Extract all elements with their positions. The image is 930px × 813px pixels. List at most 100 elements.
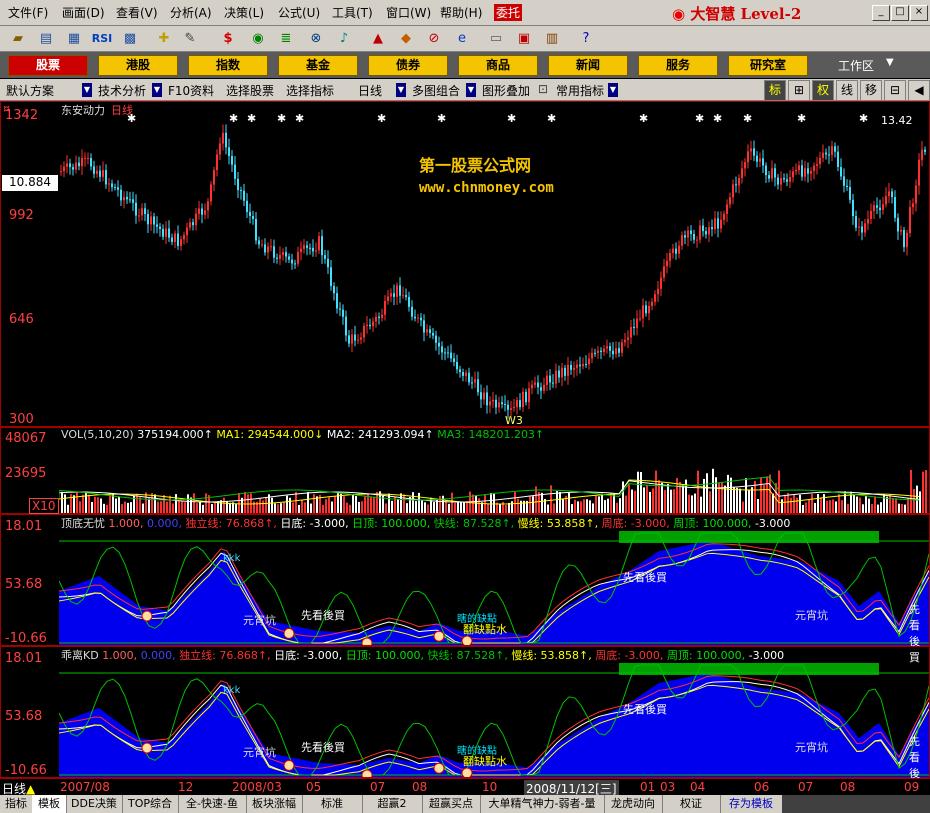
volume-bar [559, 491, 561, 513]
rights-toggle-button[interactable]: 权 [812, 80, 834, 101]
volume-bar [682, 484, 684, 513]
market-hk[interactable]: 港股 [98, 55, 178, 76]
tab-warrant[interactable]: 权证 [662, 795, 721, 813]
period-up-icon: ▲ [26, 782, 36, 796]
tab-save-template[interactable]: 存为模板 [720, 795, 783, 813]
traffic-light-icon[interactable]: ◉ [248, 29, 268, 49]
forbidden-icon[interactable]: ⊘ [424, 29, 444, 49]
candle-body [540, 387, 542, 391]
scheme-dropdown-icon[interactable]: ▼ [82, 83, 92, 97]
candle-body [81, 158, 83, 167]
market-news[interactable]: 新闻 [548, 55, 628, 76]
tab-chaoying2[interactable]: 超赢2 [362, 795, 423, 813]
select-stock-button[interactable]: 选择股票 [226, 82, 274, 99]
menu-file[interactable]: 文件(F) [8, 4, 48, 21]
tab-dde[interactable]: DDE决策 [66, 795, 123, 813]
tab-quick-fish[interactable]: 全-快速-鱼 [178, 795, 247, 813]
volume-bar [103, 503, 105, 513]
lock-icon[interactable]: ⊡ [538, 82, 548, 96]
menu-trade[interactable]: 委托 [494, 4, 523, 21]
mark-toggle-button[interactable]: 标 [764, 80, 786, 101]
workspace-dropdown-icon[interactable]: ▼ [886, 57, 894, 68]
market-research[interactable]: 研究室 [728, 55, 808, 76]
market-stocks[interactable]: 股票 [8, 55, 88, 76]
period-dropdown-icon[interactable]: ▼ [396, 83, 406, 97]
collapse-button[interactable]: ◀ [908, 80, 930, 101]
maximize-button[interactable]: □ [891, 5, 909, 21]
volume-pane[interactable]: 48067 23695 X10 VOL(5,10,20) 375194.000↑… [0, 427, 930, 514]
period-select[interactable]: 日线 [358, 82, 382, 99]
grid-icon[interactable]: ▩ [120, 29, 140, 49]
overlay-button[interactable]: 图形叠加 [482, 82, 530, 99]
indicator-pane-2[interactable]: 18.01 53.68 -10.66 乖离KD 1.000, 0.000, 独立… [0, 646, 930, 796]
alarm-icon[interactable]: ♪ [334, 29, 354, 49]
books-icon[interactable]: ▥ [542, 29, 562, 49]
report-icon[interactable]: ▣ [514, 29, 534, 49]
tech-analysis-select[interactable]: 技术分析 [98, 82, 146, 99]
common-indicator-dropdown-icon[interactable]: ▼ [608, 83, 618, 97]
multi-chart-select[interactable]: 多图组合 [412, 82, 460, 99]
crosshair-icon[interactable]: ✚ [154, 29, 174, 49]
indicator-pane-1[interactable]: 18.01 53.68 -10.66 顶底无忧 1.000, 0.000, 独立… [0, 514, 930, 664]
ind2-legend-8: 周顶: 100.000, [666, 649, 746, 662]
workspace-label[interactable]: 工作区 [838, 57, 874, 74]
menu-help[interactable]: 帮助(H) [440, 4, 482, 21]
menu-formula[interactable]: 公式(U) [278, 4, 320, 21]
tech-analysis-dropdown-icon[interactable]: ▼ [152, 83, 162, 97]
tab-big-order[interactable]: 大单精气神力-弱者-量 [480, 795, 605, 813]
select-indicator-button[interactable]: 选择指标 [286, 82, 334, 99]
dollar-icon[interactable]: $ [218, 29, 238, 49]
market-index[interactable]: 指数 [188, 55, 268, 76]
tab-standard[interactable]: 标准 [302, 795, 363, 813]
menu-window[interactable]: 窗口(W) [386, 4, 431, 21]
menu-tools[interactable]: 工具(T) [332, 4, 373, 21]
minimize-button[interactable]: _ [872, 5, 890, 21]
tab-template[interactable]: 模板 [32, 795, 67, 813]
menu-view[interactable]: 查看(V) [116, 4, 158, 21]
tab-indicator[interactable]: 指标 [0, 795, 33, 813]
close-button[interactable]: × [910, 5, 928, 21]
ie-icon[interactable]: e [452, 29, 472, 49]
candle-body [762, 158, 764, 166]
tab-buy-point[interactable]: 超赢买点 [422, 795, 481, 813]
rsi-icon[interactable]: RSI [90, 29, 114, 49]
ruler-icon[interactable]: ✎ [180, 29, 200, 49]
common-indicator-select[interactable]: 常用指标 [556, 82, 604, 99]
menu-screen[interactable]: 画面(D) [62, 4, 105, 21]
chart-window-icon[interactable]: ▤ [36, 29, 56, 49]
up-arrow-icon[interactable]: ▲ [368, 29, 388, 49]
candle-body [303, 245, 305, 249]
market-bond[interactable]: 债券 [368, 55, 448, 76]
binoculars-icon[interactable]: ⊗ [306, 29, 326, 49]
crosshair-toggle-button[interactable]: ⊞ [788, 80, 810, 101]
tab-sector-gain[interactable]: 板块涨幅 [246, 795, 303, 813]
line-toggle-button[interactable]: 线 [836, 80, 858, 101]
table-icon[interactable]: ▦ [64, 29, 84, 49]
move-toggle-button[interactable]: 移 [860, 80, 882, 101]
bars-icon[interactable]: ≣ [276, 29, 296, 49]
market-commodity[interactable]: 商品 [458, 55, 538, 76]
volume-bar [511, 501, 513, 513]
diamond-icon[interactable]: ◆ [396, 29, 416, 49]
multi-chart-dropdown-icon[interactable]: ▼ [466, 83, 476, 97]
menu-decision[interactable]: 决策(L) [224, 4, 264, 21]
volume-bar [181, 501, 183, 513]
f10-button[interactable]: F10资料 [168, 82, 214, 99]
volume-bar [577, 501, 579, 513]
volume-bar [475, 495, 477, 513]
help-cursor-icon[interactable]: ? [576, 29, 596, 49]
tab-dragon-tiger[interactable]: 龙虎动向 [604, 795, 663, 813]
document-icon[interactable]: ▭ [486, 29, 506, 49]
market-fund[interactable]: 基金 [278, 55, 358, 76]
layout-toggle-button[interactable]: ⊟ [884, 80, 906, 101]
candle-body [690, 230, 692, 234]
price-chart-pane[interactable]: ¤ 东安动力 日线 1342 992 646 300 10.884 第一股票公式… [0, 101, 930, 427]
menu-analysis[interactable]: 分析(A) [170, 4, 212, 21]
market-service[interactable]: 服务 [638, 55, 718, 76]
tab-top[interactable]: TOP综合 [122, 795, 179, 813]
candle-body [639, 318, 641, 320]
open-folder-icon[interactable]: ▰ [8, 29, 28, 49]
scheme-select[interactable]: 默认方案 [6, 82, 54, 99]
candle-body [756, 155, 758, 162]
candle-body [63, 166, 65, 172]
